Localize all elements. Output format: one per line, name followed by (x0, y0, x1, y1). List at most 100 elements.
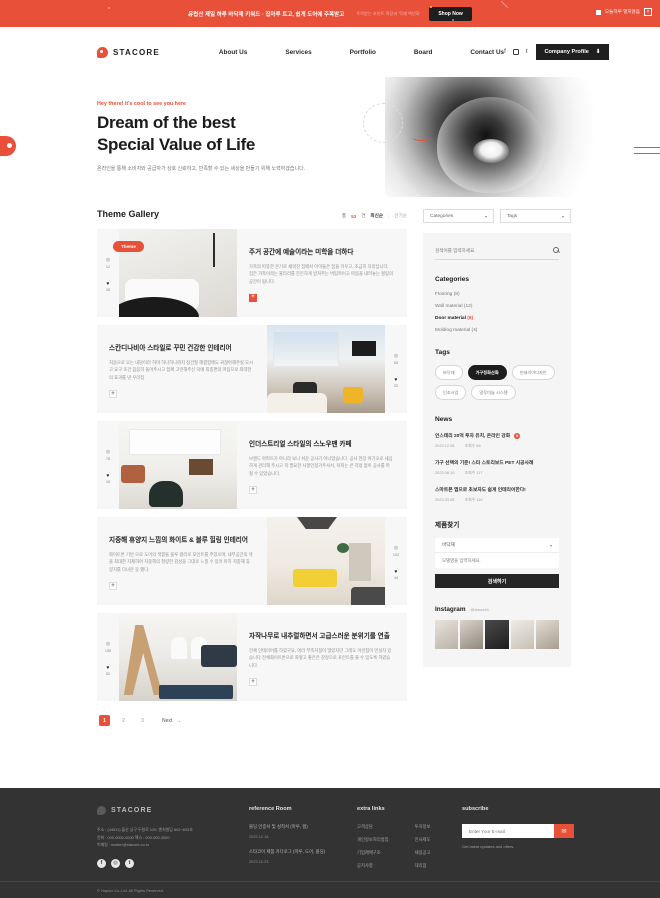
hero-title: Dream of the best Special Value of Life (97, 112, 305, 156)
close-icon[interactable]: × (644, 8, 652, 16)
gallery-card[interactable]: ◎ 102 ♥ 44 지중해 휴양지 느낌의 화이트 & 블루 힐링 인테리어 … (97, 517, 407, 605)
category-item-door[interactable]: Door material (6) (435, 316, 559, 321)
category-item-flooring[interactable]: Flooring (8) (435, 292, 559, 297)
extra-link[interactable]: 대리점 (415, 863, 431, 869)
instagram-thumb[interactable] (460, 620, 484, 649)
sort-latest[interactable]: 최신순 (370, 213, 383, 219)
nav-item-about[interactable]: About Us (219, 49, 247, 56)
gallery-card[interactable]: ◎ 83 ♥ 32 스칸디나비아 스타일로 꾸민 건강한 인테리어 처음으로 오… (97, 325, 407, 413)
news-item[interactable]: 가구 선택의 기준! 스타 스토리보드 PET 시공사례 2023.08.15 … (435, 459, 559, 476)
extra-link[interactable]: 고객상담 (357, 824, 389, 830)
twitter-icon[interactable]: t (125, 858, 134, 868)
tags-filter-select[interactable]: Tags ▾ (500, 209, 571, 223)
sidebar-search[interactable] (435, 247, 559, 260)
card-thumbnail[interactable] (267, 517, 385, 605)
nav-item-portfolio[interactable]: Portfolio (350, 49, 376, 56)
next-page-button[interactable]: Next → (162, 718, 181, 724)
decorative-circle (363, 103, 403, 143)
heart-icon[interactable]: ♥ (107, 665, 110, 671)
news-views: 조회수 117 (464, 470, 483, 475)
instagram-thumb[interactable] (485, 620, 509, 649)
extra-link[interactable]: 채용공고 (415, 850, 431, 856)
nav-item-contact[interactable]: Contact Us (470, 49, 504, 56)
decorative-dash-1 (634, 147, 660, 148)
subscribe-submit-button[interactable]: ✉ (554, 824, 574, 838)
tag-chip[interactable]: 바닥재 (435, 365, 463, 380)
news-meta: 2023.03.08 조회수 116 (435, 497, 559, 503)
card-expand-button[interactable]: + (109, 390, 117, 399)
news-item[interactable]: 스마트폰 앱으로 초보자도 쉽게 인테리어한다! 2023.03.08 조회수 … (435, 486, 559, 503)
brand-logo[interactable]: STACORE (97, 46, 160, 58)
news-date: 2023.03.08 (435, 497, 455, 502)
gallery-card[interactable]: ◎ 12 ♥ 28 Theme 주거 공간에 예술이라는 미학을 더하다 가족의… (97, 229, 407, 317)
side-tab-button[interactable] (0, 136, 16, 156)
tag-chip-active[interactable]: 가구정화산화 (467, 365, 507, 380)
heart-icon[interactable]: ♥ (395, 377, 398, 383)
pagination: 1 2 3 Next → (99, 715, 407, 726)
instagram-thumb[interactable] (535, 620, 560, 649)
extra-link[interactable]: 기업제배구조 (357, 850, 389, 856)
category-item-wall[interactable]: Wall material (12) (435, 304, 559, 309)
tag-chip[interactable]: 알루미늄 시스템 (471, 385, 516, 400)
company-profile-button[interactable]: Company Profile ⬇ (536, 44, 609, 60)
instagram-icon[interactable] (512, 49, 519, 55)
card-thumbnail[interactable] (267, 325, 385, 413)
model-name-input[interactable] (442, 558, 552, 563)
page-button-3[interactable]: 3 (137, 715, 148, 726)
sort-popular[interactable]: 인기순 (394, 213, 407, 219)
card-expand-button[interactable]: + (249, 678, 257, 687)
footer-columns: STACORE 주소 : (44611) 울산 남구 두왕로 129, 벤처빌딩… (0, 788, 660, 876)
search-icon[interactable] (553, 247, 559, 253)
extra-link[interactable]: 투자정보 (415, 824, 431, 830)
instagram-thumb[interactable] (435, 620, 459, 649)
card-expand-button[interactable]: + (249, 294, 257, 303)
categories-filter-label: Categories (430, 213, 454, 219)
search-input[interactable] (435, 247, 553, 253)
card-body: 자작나무로 내추럴하면서 고급스러운 분위기를 연출 전체 인테리어를 하였구요… (237, 613, 407, 701)
extra-link[interactable]: 개인정보처리방침 (357, 837, 389, 843)
address-line-2: 전화 : 000-0000-0000 팩스 : 000-000-0000 (97, 834, 170, 840)
extra-link[interactable]: 공지사항 (357, 863, 389, 869)
download-icon: ⬇ (595, 49, 601, 55)
reference-item[interactable]: 스타코어 제품 카다로그 (마루, 도어, 몰딩) 2023.10.23 (249, 849, 357, 864)
dismiss-checkbox[interactable] (595, 9, 601, 15)
card-body: 인더스트리얼 스타일의 스노우맨 카페 브랜드 아파트가 아니라 보니 쉬운 공… (237, 421, 407, 509)
card-thumbnail[interactable] (119, 421, 237, 509)
card-expand-button[interactable]: + (249, 486, 257, 495)
facebook-icon[interactable]: f (97, 858, 106, 868)
find-product-input-wrap[interactable] (435, 553, 559, 568)
gallery-card[interactable]: ◎ 78 ♥ 16 인더스트리얼 스타일의 스노우맨 카페 브랜드 아파트가 아… (97, 421, 407, 509)
email-field[interactable] (462, 824, 554, 838)
tag-chip[interactable]: 인테리어디자인 (511, 365, 555, 380)
find-product-button[interactable]: 검색하기 (435, 574, 559, 588)
tag-chip[interactable]: 인조사업 (435, 385, 467, 400)
find-product-select[interactable]: 바닥재 ▾ (435, 538, 559, 553)
card-expand-button[interactable]: + (109, 582, 117, 591)
facebook-icon[interactable]: f (504, 49, 506, 55)
category-item-molding[interactable]: Molding material (4) (435, 328, 559, 333)
gallery-card[interactable]: ◎ 135 ♥ 52 자작나무로 내추럴하면서 고급스러운 분위기를 연출 전체… (97, 613, 407, 701)
promo-dismiss-group[interactable]: 오늘하루 열지않음 × (595, 8, 652, 16)
instagram-thumb[interactable] (510, 620, 534, 649)
nav-item-services[interactable]: Services (285, 49, 311, 56)
site-header: STACORE About Us Services Portfolio Boar… (0, 27, 660, 77)
instagram-icon[interactable]: ◎ (111, 858, 120, 868)
extra-link[interactable]: 인사제도 (415, 837, 431, 843)
page-button-2[interactable]: 2 (118, 715, 129, 726)
news-views: 조회수 86 (464, 443, 481, 448)
heart-icon[interactable]: ♥ (107, 281, 110, 287)
twitter-icon[interactable]: t (526, 49, 528, 55)
categories-filter-select[interactable]: Categories ▾ (423, 209, 494, 223)
shop-now-button[interactable]: Shop Now (429, 6, 472, 21)
heart-icon[interactable]: ♥ (395, 569, 398, 575)
footer-brand[interactable]: STACORE (97, 806, 249, 815)
nav-item-board[interactable]: Board (414, 49, 432, 56)
card-thumbnail[interactable] (119, 613, 237, 701)
footer-address: 주소 : (44611) 울산 남구 두왕로 129, 벤처빌딩 602~603… (97, 826, 249, 849)
news-item[interactable]: 인스테리 20억 투자 유치, 온라인 강화 N 2023.12.28 조회수 … (435, 432, 559, 449)
theme-badge: Theme (113, 241, 144, 252)
card-description: 브랜드 아파트가 아니라 보니 쉬운 공사가 아니었습니다. 공사 현장 여기오… (249, 456, 393, 476)
heart-icon[interactable]: ♥ (107, 473, 110, 479)
page-button-1[interactable]: 1 (99, 715, 110, 726)
reference-item[interactable]: 몰딩 인증서 및 성적서 (마루, 힐) 2023.12.18 (249, 824, 357, 839)
